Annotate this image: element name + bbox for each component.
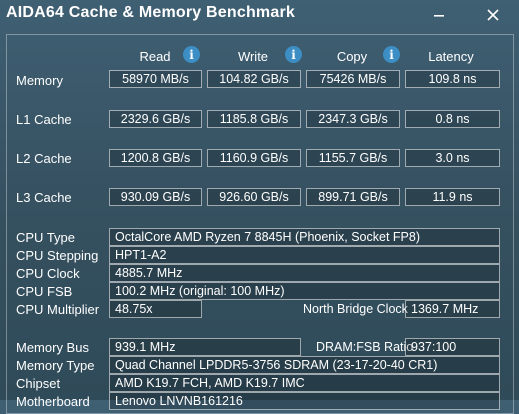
l2-write-value: 1160.9 GB/s bbox=[207, 149, 301, 167]
cpu-type-label: CPU Type bbox=[16, 230, 76, 245]
l1-latency-value: 0.8 ns bbox=[405, 110, 500, 128]
memory-read-value: 58970 MB/s bbox=[109, 70, 202, 88]
cpu-clock-label: CPU Clock bbox=[16, 266, 80, 281]
l2-copy-value: 1155.7 GB/s bbox=[306, 149, 400, 167]
cpu-clock-value: 4885.7 MHz bbox=[109, 264, 500, 282]
l3-copy-value: 899.71 GB/s bbox=[306, 188, 400, 206]
l1-copy-value: 2347.3 GB/s bbox=[306, 110, 400, 128]
info-icon[interactable]: i bbox=[285, 46, 302, 63]
memory-type-label: Memory Type bbox=[16, 358, 95, 373]
close-icon bbox=[487, 9, 499, 21]
chipset-value: AMD K19.7 FCH, AMD K19.7 IMC bbox=[109, 374, 500, 392]
row-label-l1-cache: L1 Cache bbox=[16, 112, 72, 127]
dram-fsb-ratio-value: 937:100 bbox=[405, 338, 500, 356]
minimize-icon bbox=[434, 15, 444, 17]
info-icon[interactable]: i bbox=[383, 46, 400, 63]
minimize-button[interactable] bbox=[430, 6, 448, 24]
l3-latency-value: 11.9 ns bbox=[405, 188, 500, 206]
motherboard-value: Lenovo LNVNB161216 bbox=[109, 392, 500, 410]
row-label-memory: Memory bbox=[16, 73, 63, 88]
l1-read-value: 2329.6 GB/s bbox=[109, 110, 202, 128]
row-label-l3-cache: L3 Cache bbox=[16, 190, 72, 205]
close-button[interactable] bbox=[484, 6, 502, 24]
row-label-l2-cache: L2 Cache bbox=[16, 151, 72, 166]
cpu-multiplier-value: 48.75x bbox=[109, 300, 202, 318]
cpu-fsb-label: CPU FSB bbox=[16, 284, 73, 299]
window-title: AIDA64 Cache & Memory Benchmark bbox=[6, 4, 295, 21]
cpu-stepping-value: HPT1-A2 bbox=[109, 246, 500, 264]
l1-write-value: 1185.8 GB/s bbox=[207, 110, 301, 128]
cpu-multiplier-label: CPU Multiplier bbox=[16, 302, 100, 317]
l3-read-value: 930.09 GB/s bbox=[109, 188, 202, 206]
memory-bus-label: Memory Bus bbox=[16, 340, 89, 355]
chipset-label: Chipset bbox=[16, 376, 61, 391]
cpu-stepping-label: CPU Stepping bbox=[16, 248, 99, 263]
info-icon[interactable]: i bbox=[183, 46, 200, 63]
l3-write-value: 926.60 GB/s bbox=[207, 188, 301, 206]
memory-type-value: Quad Channel LPDDR5-3756 SDRAM (23-17-20… bbox=[109, 356, 500, 374]
memory-latency-value: 109.8 ns bbox=[405, 70, 500, 88]
memory-copy-value: 75426 MB/s bbox=[306, 70, 400, 88]
cpu-type-value: OctalCore AMD Ryzen 7 8845H (Phoenix, So… bbox=[109, 228, 500, 246]
motherboard-label: Motherboard bbox=[16, 394, 90, 409]
memory-bus-value: 939.1 MHz bbox=[109, 338, 301, 356]
l2-read-value: 1200.8 GB/s bbox=[109, 149, 202, 167]
column-header-latency: Latency bbox=[428, 49, 474, 64]
cpu-fsb-value: 100.2 MHz (original: 100 MHz) bbox=[109, 282, 500, 300]
north-bridge-clock-value: 1369.7 MHz bbox=[405, 300, 500, 318]
dram-fsb-ratio-label: DRAM:FSB Ratio bbox=[316, 340, 414, 354]
north-bridge-clock-label: North Bridge Clock bbox=[303, 302, 408, 316]
memory-write-value: 104.82 GB/s bbox=[207, 70, 301, 88]
l2-latency-value: 3.0 ns bbox=[405, 149, 500, 167]
